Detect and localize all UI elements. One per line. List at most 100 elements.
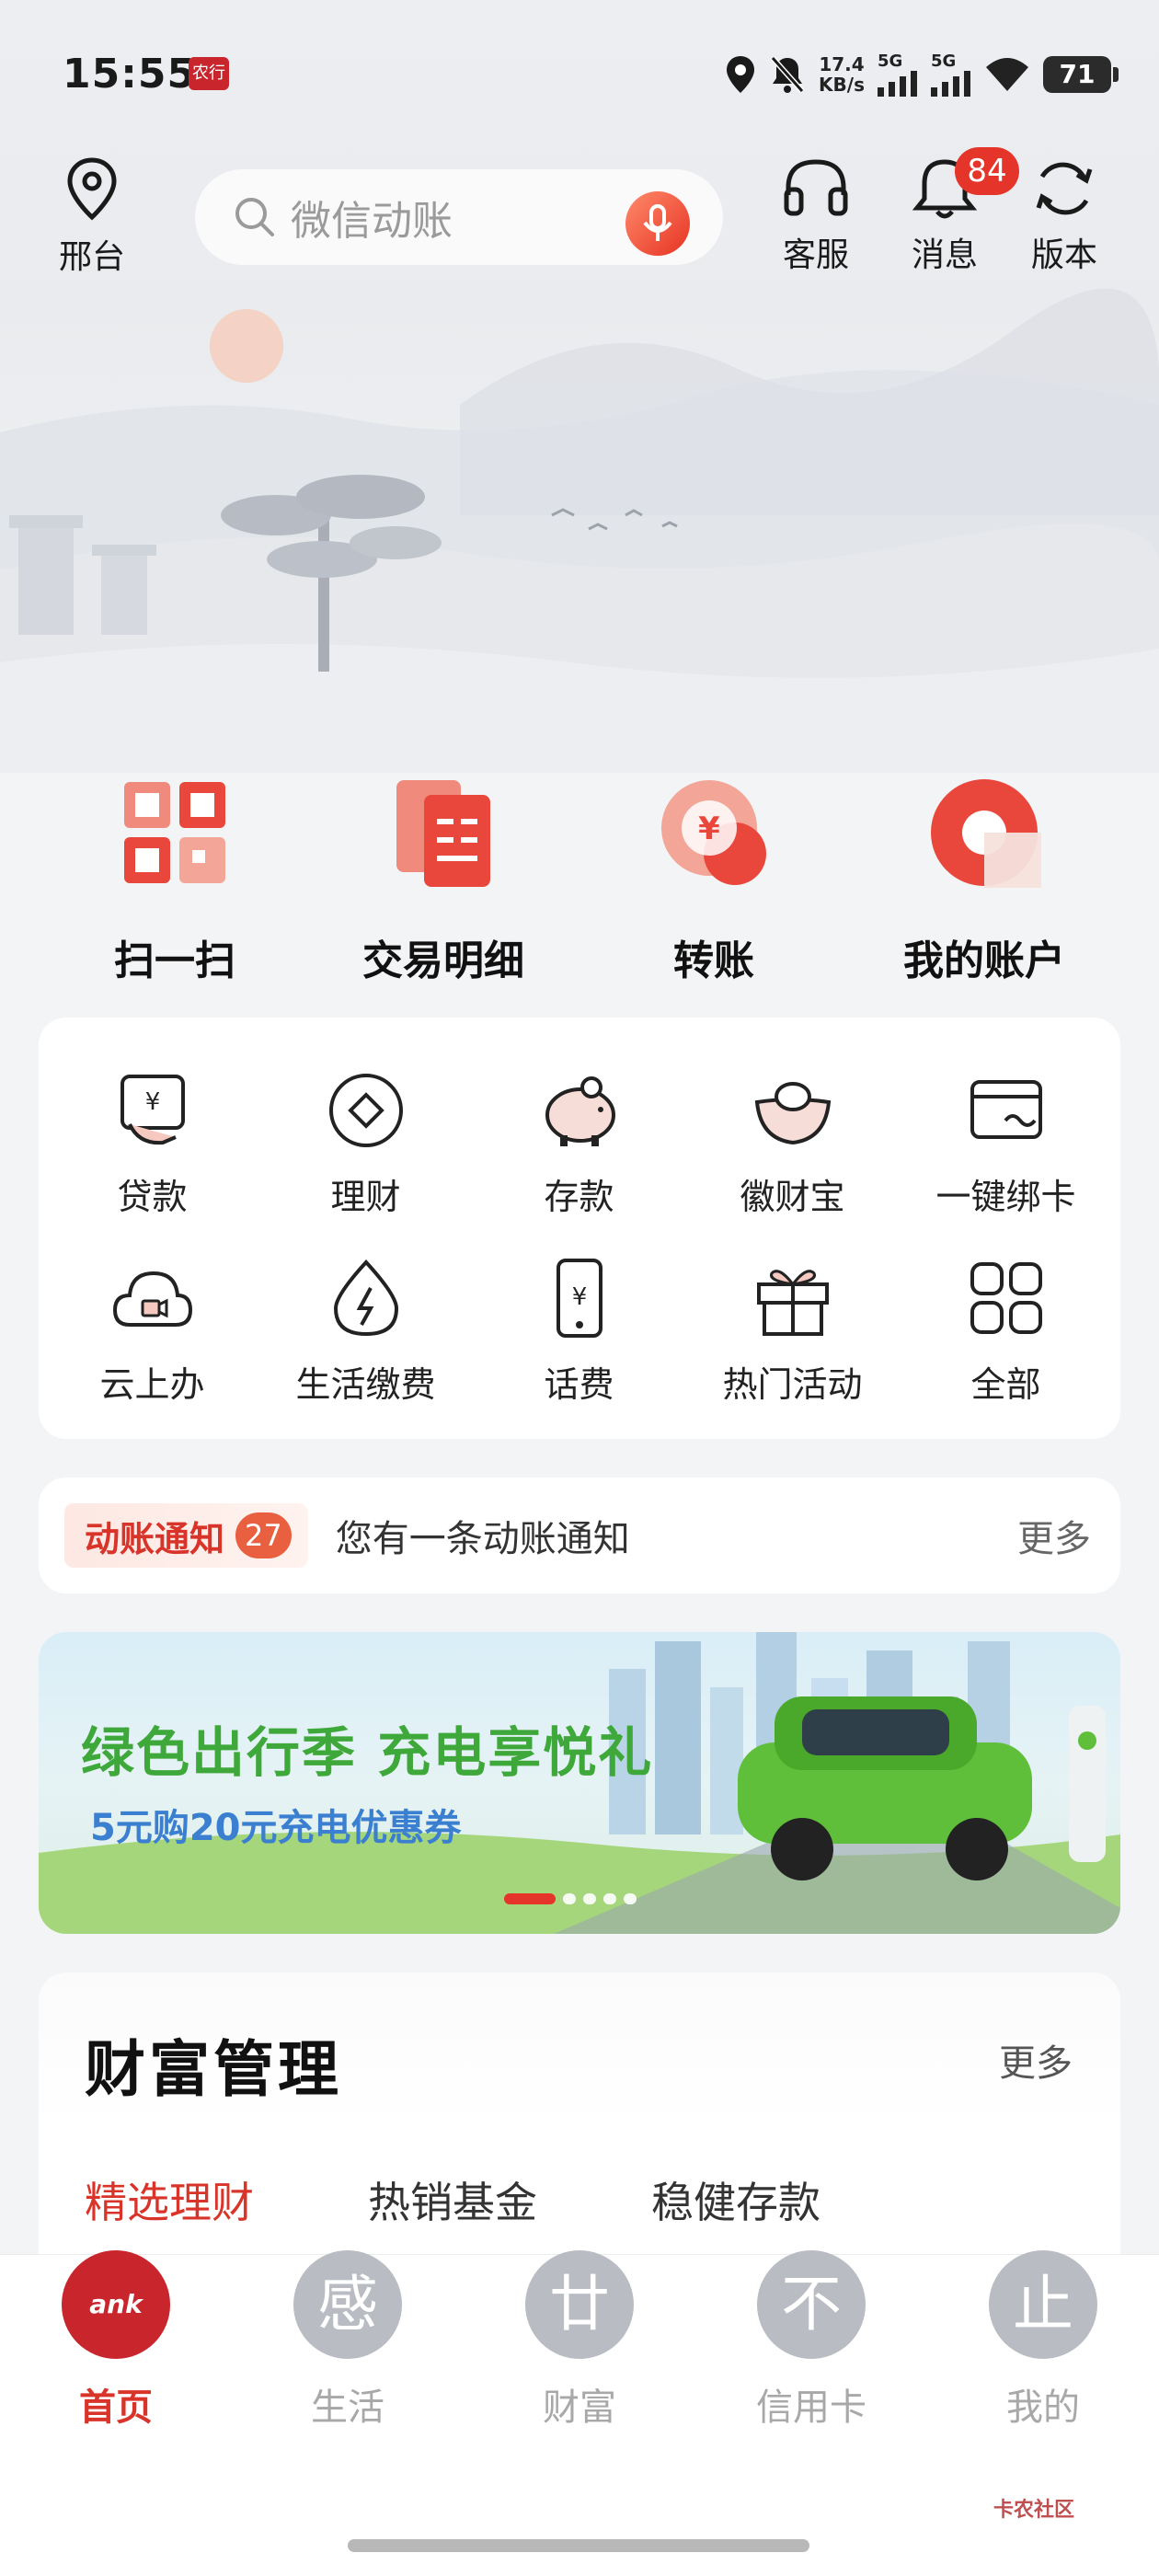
- signal-2: 5G: [931, 52, 971, 97]
- piggy-bank-icon: [545, 1076, 615, 1146]
- carousel-dot: [624, 1893, 637, 1904]
- wealth-more-link[interactable]: 更多: [999, 2033, 1073, 2087]
- life-icon: 感: [293, 2250, 402, 2359]
- quick-action-label: 交易明细: [362, 937, 524, 984]
- service-label: 存款: [544, 1177, 614, 1217]
- customer-service-button[interactable]: 客服: [765, 156, 866, 276]
- status-time: 15:55: [63, 51, 197, 98]
- loan-icon: ¥: [120, 1075, 185, 1145]
- service-deposit[interactable]: 存款: [471, 1069, 687, 1219]
- account-icon: [931, 779, 1041, 888]
- quick-action-my-account[interactable]: 我的账户: [874, 773, 1095, 986]
- phone-icon: ¥: [556, 1259, 602, 1338]
- service-cloud[interactable]: 云上办: [44, 1257, 260, 1407]
- yuan-transfer-icon: ¥: [661, 780, 766, 885]
- carousel-dot: [603, 1893, 616, 1904]
- service-huicaibao[interactable]: 徽财宝: [684, 1069, 901, 1219]
- service-label: 云上办: [99, 1364, 205, 1405]
- quick-action-scan[interactable]: 扫一扫: [64, 773, 285, 986]
- status-icons: 17.4 KB/s 5G 5G 71: [725, 52, 1119, 97]
- qr-scan-icon: [124, 782, 225, 883]
- svg-text:¥: ¥: [698, 811, 720, 847]
- banner-title: 绿色出行季 充电享悦礼: [81, 1721, 654, 1784]
- nav-label: 我的: [1006, 2386, 1080, 2429]
- service-label: 徽财宝: [740, 1177, 845, 1217]
- svg-text:¥: ¥: [571, 1283, 587, 1311]
- nav-credit-card[interactable]: 不 信用卡: [719, 2250, 903, 2431]
- carousel-dot: [583, 1893, 596, 1904]
- notice-text: 您有一条动账通知: [335, 1518, 630, 1560]
- credit-card-icon: 不: [757, 2250, 866, 2359]
- nav-wealth[interactable]: 廿 财富: [488, 2250, 671, 2431]
- refresh-icon: [1036, 162, 1093, 215]
- document-icon: [396, 780, 490, 887]
- search-bar[interactable]: 微信动账: [195, 169, 723, 265]
- version-button[interactable]: 版本: [1014, 156, 1115, 276]
- service-all[interactable]: 全部: [898, 1257, 1114, 1407]
- network-speed: 17.4 KB/s: [819, 52, 865, 96]
- notice-tag: 动账通知 27: [64, 1503, 308, 1568]
- wifi-icon: [986, 57, 1028, 91]
- transaction-notice-bar[interactable]: 动账通知 27 您有一条动账通知 更多: [39, 1478, 1120, 1593]
- svg-text:¥: ¥: [144, 1088, 160, 1116]
- notice-count-badge: 27: [235, 1512, 292, 1558]
- service-phone-bill[interactable]: ¥ 话费: [471, 1257, 687, 1407]
- nav-label: 首页: [79, 2386, 153, 2429]
- nav-label: 信用卡: [756, 2386, 866, 2429]
- search-placeholder: 微信动账: [291, 198, 453, 245]
- home-logo-icon: ank: [62, 2250, 170, 2359]
- tab-featured-wealth[interactable]: 精选理财: [85, 2169, 254, 2230]
- customer-service-label: 客服: [782, 236, 849, 274]
- headset-icon: [784, 159, 848, 216]
- service-label: 贷款: [117, 1177, 188, 1217]
- promo-banner[interactable]: 绿色出行季 充电享悦礼 5元购20元充电优惠券: [39, 1632, 1120, 1934]
- hero-landscape-background: [0, 0, 1159, 773]
- wealth-icon: 廿: [525, 2250, 634, 2359]
- quick-action-label: 我的账户: [903, 937, 1065, 984]
- service-label: 全部: [970, 1364, 1041, 1405]
- service-label: 热门活动: [722, 1364, 863, 1405]
- nav-mine[interactable]: 止 我的: [951, 2250, 1135, 2431]
- service-wealth[interactable]: 理财: [258, 1069, 474, 1219]
- mute-bell-icon: [770, 55, 805, 93]
- location-button[interactable]: 邢台: [55, 156, 129, 278]
- utility-icon: [333, 1259, 398, 1337]
- tab-stable-deposit[interactable]: 稳健存款: [651, 2169, 820, 2230]
- version-label: 版本: [1030, 236, 1097, 274]
- location-pin-icon: [67, 157, 117, 221]
- tab-hot-funds[interactable]: 热销基金: [368, 2169, 537, 2230]
- service-hot-events[interactable]: 热门活动: [684, 1257, 901, 1407]
- profile-icon: 止: [989, 2250, 1097, 2359]
- notice-tag-label: 动账通知: [85, 1518, 225, 1559]
- battery-icon: 71: [1043, 55, 1119, 93]
- nav-home[interactable]: ank 首页: [24, 2250, 208, 2431]
- carousel-dot-active: [504, 1893, 556, 1904]
- quick-action-label: 转账: [673, 937, 754, 984]
- carousel-indicator: [504, 1893, 637, 1904]
- nav-life[interactable]: 感 生活: [256, 2250, 440, 2431]
- messages-label: 消息: [911, 236, 978, 274]
- service-label: 话费: [544, 1364, 614, 1405]
- watermark: 卡农社区: [993, 2499, 1075, 2522]
- service-loan[interactable]: ¥ 贷款: [44, 1069, 260, 1219]
- signal-1: 5G: [878, 52, 918, 97]
- diamond-icon: [328, 1074, 403, 1147]
- location-status-icon: [727, 55, 755, 93]
- service-bind-card[interactable]: 一键绑卡: [898, 1069, 1114, 1219]
- service-utilities[interactable]: 生活缴费: [258, 1257, 474, 1407]
- signal-bars-icon: [878, 71, 917, 97]
- gold-ingot-icon: [754, 1082, 831, 1145]
- quick-action-transactions[interactable]: 交易明细: [333, 773, 554, 986]
- quick-action-transfer[interactable]: ¥ 转账: [603, 773, 824, 986]
- notice-more-link[interactable]: 更多: [1017, 1509, 1091, 1562]
- banner-subtitle: 5元购20元充电优惠券: [90, 1807, 462, 1849]
- signal-bars-icon: [931, 71, 970, 97]
- voice-search-icon[interactable]: [625, 191, 690, 256]
- app-notification-icon: 农行: [189, 57, 229, 90]
- home-indicator[interactable]: [348, 2539, 809, 2552]
- gift-icon: [756, 1270, 829, 1336]
- nav-label: 财富: [543, 2386, 616, 2429]
- carousel-dot: [563, 1893, 576, 1904]
- location-label: 邢台: [58, 238, 125, 276]
- quick-action-label: 扫一扫: [114, 937, 235, 984]
